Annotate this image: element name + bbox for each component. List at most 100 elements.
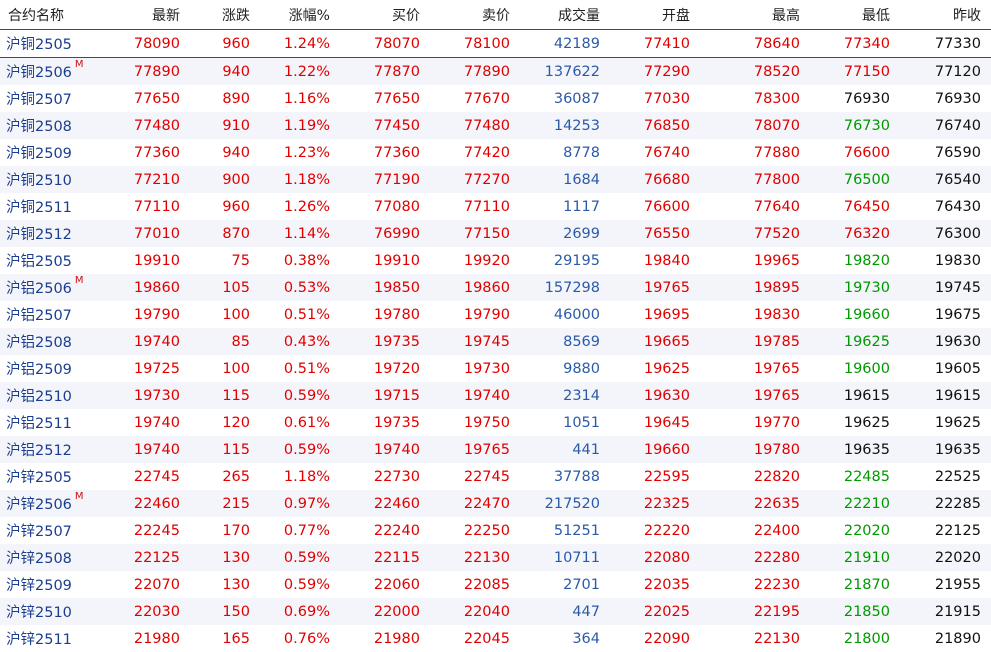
table-row[interactable]: 沪锌2506M224602150.97%22460224702175202232… [0,490,991,517]
change-pct-cell: 0.59% [260,382,340,409]
contract-name-cell[interactable]: 沪铝2509 [0,355,105,382]
volume-cell: 8569 [520,328,610,355]
contract-name-cell[interactable]: 沪铝2510 [0,382,105,409]
contract-name-cell[interactable]: 沪铜2511 [0,193,105,220]
open-cell: 19695 [610,301,700,328]
high-cell: 19895 [700,274,810,301]
contract-name-cell[interactable]: 沪锌2509 [0,571,105,598]
column-header-change-pct[interactable]: 涨幅% [260,0,340,30]
contract-name: 沪铝2508 [6,335,72,351]
change-pct-cell: 0.59% [260,571,340,598]
column-header-volume[interactable]: 成交量 [520,0,610,30]
column-header-change[interactable]: 涨跌 [190,0,260,30]
bid-cell: 77650 [340,85,430,112]
table-row[interactable]: 沪锌2510220301500.69%220002204044722025221… [0,598,991,625]
contract-name-cell[interactable]: 沪铝2507 [0,301,105,328]
table-row[interactable]: 沪锌2509220701300.59%220602208527012203522… [0,571,991,598]
contract-name-cell[interactable]: 沪铜2510 [0,166,105,193]
table-row[interactable]: 沪铝2510197301150.59%197151974023141963019… [0,382,991,409]
column-header-last[interactable]: 最新 [105,0,190,30]
change-pct-cell: 1.18% [260,463,340,490]
last-price-cell: 19730 [105,382,190,409]
table-row[interactable]: 沪铜2512770108701.14%769907715026997655077… [0,220,991,247]
contract-name-cell[interactable]: 沪铜2512 [0,220,105,247]
contract-name-cell[interactable]: 沪铜2506M [0,58,105,86]
table-row[interactable]: 沪铜2510772109001.18%771907727016847668077… [0,166,991,193]
bid-cell: 22730 [340,463,430,490]
last-price-cell: 22030 [105,598,190,625]
table-row[interactable]: 沪铝2509197251000.51%197201973098801962519… [0,355,991,382]
table-row[interactable]: 沪锌2505227452651.18%227302274537788225952… [0,463,991,490]
open-cell: 22220 [610,517,700,544]
contract-name-cell[interactable]: 沪铜2507 [0,85,105,112]
contract-name: 沪锌2507 [6,524,72,540]
change-cell: 130 [190,571,260,598]
high-cell: 78300 [700,85,810,112]
table-row[interactable]: 沪铝2507197901000.51%197801979046000196951… [0,301,991,328]
table-row[interactable]: 沪铝2506M198601050.53%19850198601572981976… [0,274,991,301]
table-row[interactable]: 沪锌2507222451700.77%222402225051251222202… [0,517,991,544]
ask-cell: 22130 [430,544,520,571]
change-cell: 215 [190,490,260,517]
ask-cell: 22470 [430,490,520,517]
change-cell: 100 [190,355,260,382]
contract-name-cell[interactable]: 沪铜2505 [0,30,105,58]
contract-name-cell[interactable]: 沪铝2511 [0,409,105,436]
contract-name-cell[interactable]: 沪锌2508 [0,544,105,571]
column-header-high[interactable]: 最高 [700,0,810,30]
last-price-cell: 77110 [105,193,190,220]
ask-cell: 19790 [430,301,520,328]
table-row[interactable]: 沪铜2508774809101.19%774507748014253768507… [0,112,991,139]
table-row[interactable]: 沪铝2512197401150.59%197401976544119660197… [0,436,991,463]
bid-cell: 77360 [340,139,430,166]
column-header-low[interactable]: 最低 [810,0,900,30]
change-pct-cell: 1.16% [260,85,340,112]
contract-name-cell[interactable]: 沪铝2512 [0,436,105,463]
low-cell: 19615 [810,382,900,409]
table-row[interactable]: 沪铜2505780909601.24%780707810042189774107… [0,30,991,58]
change-cell: 130 [190,544,260,571]
column-header-prev-close[interactable]: 昨收 [900,0,991,30]
bid-cell: 21980 [340,625,430,652]
change-cell: 105 [190,274,260,301]
table-row[interactable]: 沪铜2509773609401.23%773607742087787674077… [0,139,991,166]
prev-close-cell: 19635 [900,436,991,463]
contract-name-cell[interactable]: 沪锌2507 [0,517,105,544]
contract-name-cell[interactable]: 沪锌2511 [0,625,105,652]
last-price-cell: 19910 [105,247,190,274]
open-cell: 22090 [610,625,700,652]
column-header-ask[interactable]: 卖价 [430,0,520,30]
contract-name-cell[interactable]: 沪铝2506M [0,274,105,301]
prev-close-cell: 21955 [900,571,991,598]
table-row[interactable]: 沪铜2507776508901.16%776507767036087770307… [0,85,991,112]
bid-cell: 22115 [340,544,430,571]
table-row[interactable]: 沪铝250519910750.38%1991019920291951984019… [0,247,991,274]
change-pct-cell: 0.76% [260,625,340,652]
volume-cell: 1051 [520,409,610,436]
table-row[interactable]: 沪铜2511771109601.26%770807711011177660077… [0,193,991,220]
column-header-bid[interactable]: 买价 [340,0,430,30]
contract-name: 沪铝2511 [6,416,72,432]
high-cell: 19765 [700,355,810,382]
table-row[interactable]: 沪铝2511197401200.61%197351975010511964519… [0,409,991,436]
column-header-name[interactable]: 合约名称 [0,0,105,30]
low-cell: 76730 [810,112,900,139]
table-row[interactable]: 沪锌2508221251300.59%221152213010711220802… [0,544,991,571]
contract-name-cell[interactable]: 沪锌2510 [0,598,105,625]
table-row[interactable]: 沪铜2506M778909401.22%77870778901376227729… [0,58,991,86]
contract-name: 沪锌2509 [6,578,72,594]
contract-name-cell[interactable]: 沪锌2506M [0,490,105,517]
contract-name-cell[interactable]: 沪铜2508 [0,112,105,139]
contract-name-cell[interactable]: 沪铜2509 [0,139,105,166]
contract-name-cell[interactable]: 沪铝2508 [0,328,105,355]
change-cell: 940 [190,58,260,86]
table-row[interactable]: 沪铝250819740850.43%1973519745856919665197… [0,328,991,355]
open-cell: 77290 [610,58,700,86]
contract-name-cell[interactable]: 沪锌2505 [0,463,105,490]
low-cell: 19635 [810,436,900,463]
table-row[interactable]: 沪锌2511219801650.76%219802204536422090221… [0,625,991,652]
contract-name-cell[interactable]: 沪铝2505 [0,247,105,274]
last-price-cell: 19740 [105,328,190,355]
open-cell: 76850 [610,112,700,139]
column-header-open[interactable]: 开盘 [610,0,700,30]
